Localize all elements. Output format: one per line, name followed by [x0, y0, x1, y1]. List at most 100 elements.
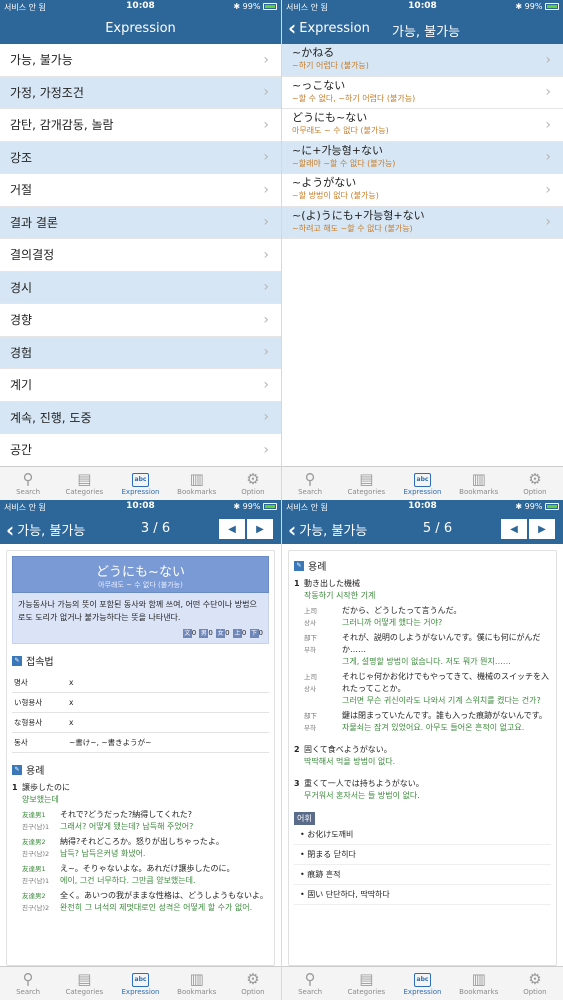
list-item[interactable]: ~ようがない ~할 방법이 없다 (불가능) › — [282, 174, 563, 207]
search-icon: ⚲ — [22, 970, 34, 988]
gear-icon: ⚙ — [246, 970, 260, 988]
list-item[interactable]: 공간 › — [0, 434, 281, 467]
battery-icon — [545, 503, 559, 510]
section-icon: ✎ — [12, 655, 22, 666]
expression-list-screen: 서비스 안 됨 10:08 ✱ 99% ‹ Expression 가능, 불가능 … — [282, 0, 563, 500]
gear-icon: ⚙ — [528, 970, 542, 988]
tab-expression[interactable]: abc Expression — [112, 467, 168, 500]
status-bar: 서비스 안 됨 10:08 ✱ 99% — [0, 500, 281, 514]
list-item[interactable]: ~に+가능형+ない ~할래야 ~할 수 없다 (불가능) › — [282, 141, 563, 174]
dialog-line: 部下 부하 鍵は閉まっていたんです。誰も入った痕跡がないんです。 자물쇠는 잠겨 있었… — [304, 711, 547, 732]
chevron-right-icon: › — [263, 279, 269, 296]
chevron-right-icon: › — [263, 311, 269, 328]
detail-content[interactable]: ✎ 용례 1 動き出した機械 작동하기 시작한 기계 上司 상사 だから、どうしたって言… — [282, 544, 563, 966]
vocabulary-section: 어휘 • お化け도깨비 • 閉まる 닫히다 • 痕跡 흔적 • 固い 단단하다,… — [294, 810, 551, 905]
tab-categories[interactable]: ▤ Categories — [338, 467, 394, 500]
tab-bookmarks[interactable]: ▥ Bookmarks — [169, 967, 225, 1000]
list-item[interactable]: 경향 › — [0, 304, 281, 337]
list-item: • 痕跡 흔적 — [294, 865, 551, 885]
tab-search[interactable]: ⚲ Search — [0, 467, 56, 500]
list-item[interactable]: 경시 › — [0, 271, 281, 304]
next-button[interactable]: ▶ — [247, 519, 273, 539]
expression-meaning: 아무래도 ~ 수 없다 (불가능) — [98, 581, 183, 589]
prev-button[interactable]: ◀ — [219, 519, 245, 539]
abc-icon: abc — [414, 972, 431, 987]
list-item[interactable]: 결과 결론 › — [0, 206, 281, 239]
categories-icon: ▤ — [359, 470, 374, 488]
list-item[interactable]: ~かねる ~하기 어렵다 (불가능) › — [282, 44, 563, 77]
pager-controls: ◀ ▶ — [219, 519, 273, 539]
detail-content[interactable]: どうにも~ない 아무래도 ~ 수 없다 (불가능) 가능동사나 가능의 뜻이 포… — [0, 544, 281, 966]
chevron-right-icon: › — [545, 149, 551, 166]
tab-option[interactable]: ⚙ Option — [507, 967, 563, 1000]
chevron-right-icon: › — [263, 409, 269, 426]
chevron-right-icon: › — [545, 84, 551, 101]
list-item[interactable]: 강조 › — [0, 141, 281, 174]
search-icon: ⚲ — [304, 970, 316, 988]
dialog-line: 友達男1 친구(남)1 え~。そりゃないよな。あれだけ譲歩したのに。 에이, 그건 너… — [22, 864, 235, 885]
back-button[interactable]: ‹ Expression — [288, 18, 370, 38]
battery-icon — [545, 3, 559, 10]
prev-button[interactable]: ◀ — [501, 519, 527, 539]
battery-status: ✱ 99% — [233, 502, 277, 511]
pager-controls: ◀ ▶ — [501, 519, 555, 539]
tab-categories[interactable]: ▤ Categories — [338, 967, 394, 1000]
list-item: • お化け도깨비 — [294, 825, 551, 845]
list-item[interactable]: 결의결정 › — [0, 239, 281, 272]
gear-icon: ⚙ — [246, 470, 260, 488]
list-item[interactable]: ~っこない ~할 수 없다, ~하기 어렵다 (불가능) › — [282, 77, 563, 109]
tab-bookmarks[interactable]: ▥ Bookmarks — [169, 467, 225, 500]
list-item[interactable]: 거절 › — [0, 174, 281, 207]
battery-status: ✱ 99% — [515, 2, 559, 11]
tab-option[interactable]: ⚙ Option — [225, 467, 281, 500]
tab-expression[interactable]: abc Expression — [394, 467, 450, 500]
chevron-right-icon: › — [263, 51, 269, 68]
dialog-line: 上司 상사 だから、どうしたって言うんだ。 그러니까 어떻게 했다는 거야? — [304, 606, 462, 627]
example-1: 1 動き出した機械 작동하기 시작한 기계 上司 상사 だから、どうしたって言うんだ。… — [294, 578, 551, 734]
abc-icon: abc — [414, 472, 431, 487]
dialog-line: 上司 상사 それじゃ何かお化けでもやってきて、機械のスイッチを入れたってことか。 그러… — [304, 672, 549, 705]
book-icon: ▥ — [471, 970, 486, 988]
list-item[interactable]: 계기 › — [0, 369, 281, 402]
expression-detail-screen: 서비스 안 됨 10:08 ✱ 99% ‹ 가능, 불가능 3 / 6 ◀ ▶ ど… — [0, 500, 281, 1000]
next-button[interactable]: ▶ — [529, 519, 555, 539]
usage-section-title: ✎ 용례 — [294, 558, 551, 573]
example-3: 3 重くて一人では持ちようがない。 무거워서 혼자서는 들 방법이 없다. — [294, 779, 424, 800]
list-item[interactable]: 감탄, 감개감동, 놀람 › — [0, 109, 281, 142]
expression-category-screen: 서비스 안 됨 10:08 ✱ 99% Expression 가능, 불가능 › … — [0, 0, 281, 500]
chevron-right-icon: › — [545, 181, 551, 198]
list-item[interactable]: 가능, 불가능 › — [0, 44, 281, 77]
navigation-bar: Expression — [0, 14, 281, 44]
chevron-right-icon: › — [263, 181, 269, 198]
detail-card: どうにも~ない 아무래도 ~ 수 없다 (불가능) 가능동사나 가능의 뜻이 포… — [6, 550, 275, 966]
tab-bookmarks[interactable]: ▥ Bookmarks — [451, 467, 507, 500]
table-row: い형용사 x — [12, 692, 269, 713]
tab-search[interactable]: ⚲ Search — [282, 967, 338, 1000]
tab-categories[interactable]: ▤ Categories — [56, 467, 112, 500]
list-item[interactable]: 계속, 진행, 도중 › — [0, 401, 281, 434]
tab-expression[interactable]: abc Expression — [394, 967, 450, 1000]
table-row: 명사 x — [12, 673, 269, 693]
battery-status: ✱ 99% — [233, 2, 277, 11]
chevron-right-icon: › — [263, 84, 269, 101]
dialog-line: 友達男2 친구(남)2 納得?それどころか。怒りが出しちゃったよ。 납득? 납득은커녕… — [22, 837, 224, 858]
status-bar: 서비스 안 됨 10:08 ✱ 99% — [282, 500, 563, 514]
tab-categories[interactable]: ▤ Categories — [56, 967, 112, 1000]
list-item[interactable]: 가정, 가정조건 › — [0, 76, 281, 109]
tab-search[interactable]: ⚲ Search — [282, 467, 338, 500]
expression-detail-screen-examples: 서비스 안 됨 10:08 ✱ 99% ‹ 가능, 불가능 5 / 6 ◀ ▶ ✎… — [282, 500, 563, 1000]
navigation-bar: ‹ Expression 가능, 불가능 — [282, 14, 563, 44]
tab-search[interactable]: ⚲ Search — [0, 967, 56, 1000]
tab-option[interactable]: ⚙ Option — [507, 467, 563, 500]
categories-icon: ▤ — [77, 970, 92, 988]
list-item[interactable]: どうにも~ない 아무래도 ~ 수 없다 (불가능) › — [282, 109, 563, 142]
list-item[interactable]: 경험 › — [0, 336, 281, 369]
tab-expression[interactable]: abc Expression — [112, 967, 168, 1000]
book-icon: ▥ — [189, 970, 204, 988]
battery-icon — [263, 3, 277, 10]
bluetooth-icon: ✱ — [233, 502, 241, 511]
list-item[interactable]: ~(よ)うにも+가능형+ない ~하려고 해도 ~할 수 없다 (불가능) › — [282, 206, 563, 239]
chevron-right-icon: › — [263, 344, 269, 361]
tab-bookmarks[interactable]: ▥ Bookmarks — [451, 967, 507, 1000]
tab-option[interactable]: ⚙ Option — [225, 967, 281, 1000]
